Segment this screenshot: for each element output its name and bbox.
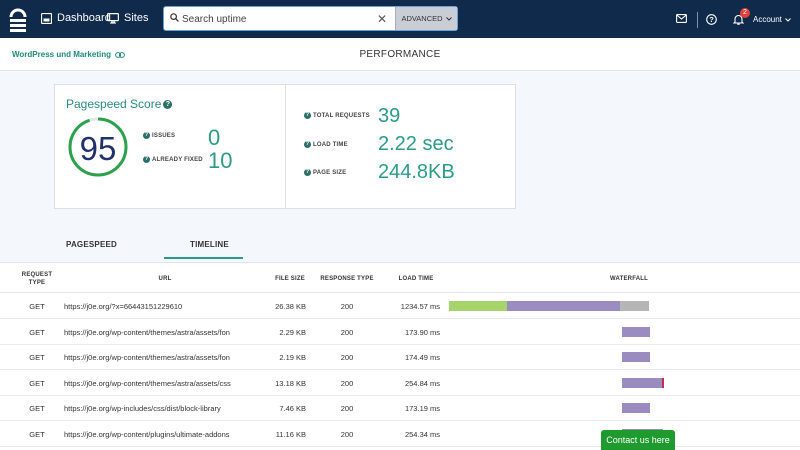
waterfall-bar [620, 301, 649, 311]
column-header-file-size[interactable]: FILE SIZE [268, 275, 312, 283]
waterfall-bar [449, 301, 507, 311]
search-input[interactable] [182, 10, 372, 28]
page-header: WordPress und Marketing PERFORMANCE [0, 38, 800, 71]
already-fixed-label-wrap: ? ALREADY FIXED [143, 156, 203, 163]
page-size-value: 244.8KB [378, 161, 455, 183]
help-icon[interactable]: ? [304, 141, 311, 148]
topbar-divider [697, 12, 698, 28]
contact-us-button[interactable]: Contact us here [601, 430, 675, 450]
svg-text:?: ? [709, 15, 714, 24]
table-row[interactable]: GET https://j0e.org/wp-content/themes/ast… [0, 345, 800, 370]
table-row[interactable]: GET https://j0e.org/?x=66443151229610 26.3… [0, 294, 800, 319]
waterfall-cell [0, 428, 800, 439]
waterfall-bar [662, 377, 664, 388]
issues-label-wrap: ? ISSUES [143, 132, 175, 139]
column-header-waterfall[interactable]: WATERFALL [600, 275, 658, 283]
monitor-icon [107, 12, 119, 24]
page-size-label-wrap: ? PAGE SIZE [304, 169, 346, 176]
help-icon[interactable]: ? [304, 112, 311, 119]
load-time-label: LOAD TIME [313, 141, 348, 148]
load-time-value: 2.22 sec [378, 133, 454, 155]
table-row[interactable]: GET https://j0e.org/wp-content/themes/ast… [0, 370, 800, 396]
card-divider [285, 85, 286, 208]
pagespeed-score-label: Pagespeed Score [66, 97, 162, 111]
page-title: PERFORMANCE [359, 49, 441, 60]
table-header: REQUEST TYPE URL FILE SIZE RESPONSE TYPE… [0, 262, 800, 293]
help-icon[interactable]: ? [163, 99, 173, 109]
column-header-load-time[interactable]: LOAD TIME [390, 275, 442, 283]
help-icon[interactable]: ? [143, 156, 150, 163]
advanced-search-label: ADVANCED [401, 14, 443, 23]
account-label: Account [753, 15, 782, 24]
top-navigation-bar: Dashboard Sites ✕ ADVANCED ? [0, 0, 800, 38]
nav-dashboard[interactable]: Dashboard [41, 12, 111, 24]
help-icon[interactable]: ? [304, 169, 311, 176]
tab-pagespeed[interactable]: PAGESPEED [66, 240, 117, 249]
table-row[interactable]: GET https://j0e.org/wp-content/themes/ast… [0, 319, 800, 345]
nav-sites-label: Sites [124, 12, 149, 24]
advanced-search-button[interactable]: ADVANCED [395, 7, 457, 30]
pagespeed-score-value: 95 [79, 130, 117, 167]
already-fixed-value: 10 [208, 148, 233, 173]
tab-timeline[interactable]: TIMELINE [190, 240, 229, 249]
waterfall-cell [0, 377, 800, 388]
column-header-url[interactable]: URL [150, 275, 180, 283]
notification-count-badge: 2 [740, 8, 750, 18]
total-requests-label: TOTAL REQUESTS [313, 112, 370, 119]
column-header-request-type[interactable]: REQUEST TYPE [16, 271, 58, 287]
help-icon[interactable]: ? [706, 14, 717, 25]
clear-search-icon[interactable]: ✕ [377, 12, 387, 26]
table-row[interactable]: GET https://j0e.org/wp-includes/css/dist/… [0, 396, 800, 421]
waterfall-cell [0, 352, 800, 362]
waterfall-bar [622, 403, 650, 413]
search-box: ✕ ADVANCED [163, 6, 458, 31]
chevron-down-icon [785, 17, 791, 22]
waterfall-cell [0, 403, 800, 413]
mail-icon[interactable] [676, 14, 687, 23]
load-time-label-wrap: ? LOAD TIME [304, 141, 348, 148]
table-row[interactable]: GET https://j0e.org/wp-content/plugins/ul… [0, 421, 800, 447]
page-size-label: PAGE SIZE [313, 169, 347, 176]
chevron-down-icon [445, 16, 452, 21]
total-requests-label-wrap: ? TOTAL REQUESTS [304, 112, 370, 119]
timeline-table: REQUEST TYPE URL FILE SIZE RESPONSE TYPE… [0, 262, 800, 450]
total-requests-value: 39 [378, 105, 401, 127]
already-fixed-label: ALREADY FIXED [152, 156, 203, 163]
pagespeed-score-title: Pagespeed Score ? [66, 97, 173, 111]
account-menu[interactable]: Account [753, 15, 791, 24]
waterfall-bar [622, 377, 663, 388]
waterfall-bar [622, 326, 650, 337]
waterfall-cell [0, 326, 800, 337]
active-tab-indicator [164, 257, 243, 259]
app-logo-icon[interactable] [8, 5, 28, 33]
search-icon [170, 13, 179, 22]
issues-label: ISSUES [152, 132, 176, 139]
waterfall-cell [0, 301, 800, 311]
help-icon[interactable]: ? [143, 132, 150, 139]
nav-dashboard-label: Dashboard [57, 12, 111, 24]
nav-sites[interactable]: Sites [107, 12, 148, 24]
column-header-response-type[interactable]: RESPONSE TYPE [314, 275, 380, 283]
waterfall-bar [622, 352, 650, 362]
performance-summary-card: Pagespeed Score ? 95 ? ISSUES 0 ? ALREAD… [54, 84, 516, 209]
waterfall-bar [507, 301, 620, 311]
dashboard-icon [41, 12, 52, 24]
